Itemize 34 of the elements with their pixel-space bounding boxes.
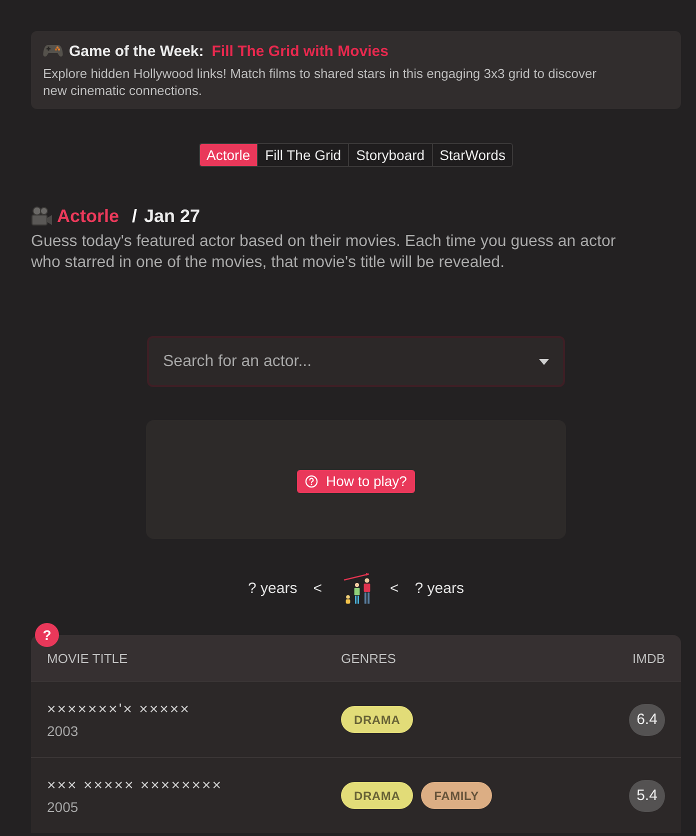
title-separator: / [132,206,138,226]
how-to-play-button[interactable]: How to play? [297,470,415,492]
movie-camera-icon [31,206,53,226]
hidden-movie-title: ×××××××'× ××××× [47,700,192,718]
less-than-sign: < [313,580,322,596]
imdb-rating: 6.4 [629,704,665,736]
game-tab[interactable]: Fill The Grid [257,144,348,166]
column-header: IMDB [632,650,665,666]
column-header: MOVIE TITLE [47,650,129,666]
genre-tag: DRAMA [341,706,414,733]
promo-link[interactable]: Fill The Grid with Movies [212,42,388,60]
min-age: ? years [248,580,298,596]
game-title: Actorle [57,206,120,226]
game-tab[interactable]: Storyboard [348,144,432,166]
genre-tag: FAMILY [421,782,492,809]
hidden-movie-title: ××× ××××× ×××××××× [47,776,224,794]
max-age: ? years [414,580,464,596]
movie-year: 2005 [47,798,80,814]
actor-search-field[interactable]: Search for an actor... [147,336,565,387]
question-circle-icon [305,474,318,488]
gamepad-icon [43,43,63,59]
less-than-sign: < [390,580,399,596]
movie-year: 2003 [47,722,80,738]
promo-label: Game of the Week: [69,42,204,60]
imdb-rating: 5.4 [629,780,665,812]
game-tab[interactable]: StarWords [432,144,512,166]
game-date: Jan 27 [144,206,200,226]
dropdown-caret-icon[interactable] [539,359,549,365]
promo-description: Explore hidden Hollywood links! Match films to shared stars in this engaging 3x3 grid to discover new cinematic connections. [43,65,598,99]
genre-tag: DRAMA [341,782,414,809]
column-header: GENRES [341,650,397,666]
game-tab[interactable]: Actorle [200,144,258,166]
help-badge[interactable]: ? [35,623,59,647]
game-instructions: Guess today's featured actor based on their movies. Each time you guess an actor who starred in one of the movies, that movie's title will be revealed. [31,232,617,273]
